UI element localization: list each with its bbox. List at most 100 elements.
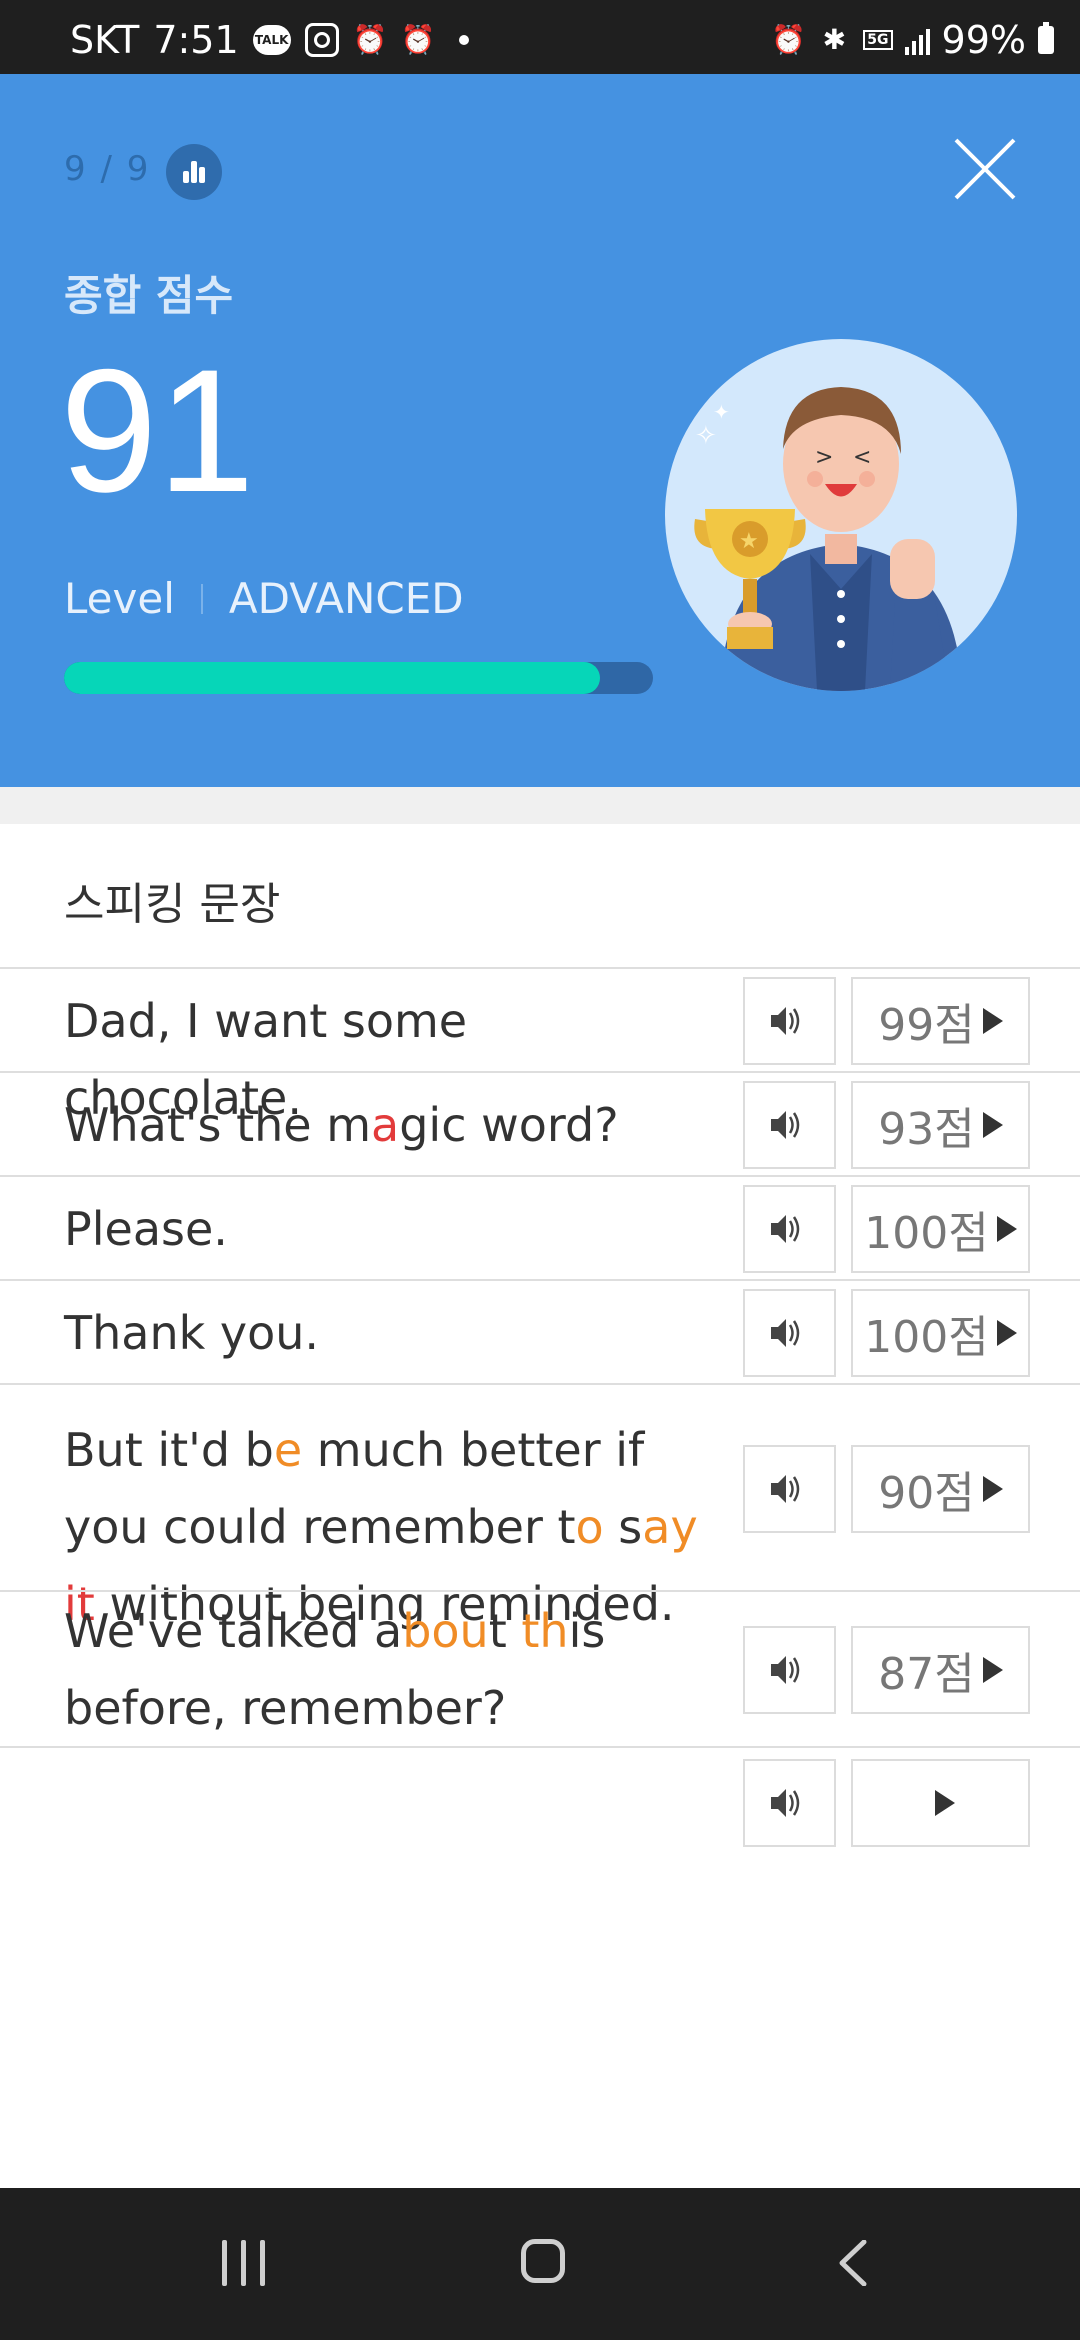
sentence-row: Thank you. 100점 bbox=[0, 1279, 1080, 1383]
sentence-row: We've talked about this before, remember… bbox=[0, 1590, 1080, 1746]
bar-chart-icon bbox=[183, 171, 189, 183]
sentence-score-button[interactable]: 93점 bbox=[851, 1081, 1030, 1169]
play-audio-button[interactable] bbox=[743, 1626, 836, 1714]
sentence-text: What's the magic word? bbox=[64, 1087, 704, 1164]
sentence-score: 99점 bbox=[878, 1000, 975, 1051]
status-bar-left: SKT 7:51 TALK ⏰ ⏰ bbox=[70, 20, 469, 60]
back-button[interactable] bbox=[838, 2239, 868, 2287]
highlighted-segment: ay bbox=[642, 1500, 698, 1554]
close-button[interactable] bbox=[948, 132, 1022, 206]
section-divider bbox=[0, 787, 1080, 824]
sentence-row: Dad, I want some chocolate. 99점 bbox=[0, 967, 1080, 1125]
trophy-avatar-illustration: > < ★ ✦ ✧ bbox=[665, 339, 1017, 691]
level-row: Level ADVANCED bbox=[64, 574, 464, 623]
svg-text:★: ★ bbox=[739, 529, 759, 554]
sentence-row: Please. 100점 bbox=[0, 1175, 1080, 1279]
sentence-score-button[interactable]: 100점 bbox=[851, 1185, 1030, 1273]
highlighted-segment: e bbox=[273, 1423, 303, 1477]
sentence-score: 90점 bbox=[878, 1468, 975, 1519]
play-triangle-icon bbox=[982, 1008, 1003, 1034]
sentence-score: 100점 bbox=[864, 1208, 989, 1259]
alarm-icon: ⏰ bbox=[771, 23, 807, 56]
sentence-score-button[interactable]: 99점 bbox=[851, 977, 1030, 1065]
text-segment: We've talked a bbox=[64, 1604, 403, 1658]
speaker-icon bbox=[771, 1111, 800, 1139]
highlighted-segment: o bbox=[575, 1500, 604, 1554]
status-bar: SKT 7:51 TALK ⏰ ⏰ ⏰ ✱ 5G 99% bbox=[0, 0, 1080, 74]
overall-score-label: 종합 점수 bbox=[64, 271, 234, 320]
sentence-row: What's the magic word? 93점 bbox=[0, 1071, 1080, 1175]
battery-icon bbox=[1038, 22, 1054, 54]
carrier-text: SKT bbox=[70, 18, 140, 62]
text-segment: t bbox=[488, 1604, 522, 1658]
speaker-icon bbox=[771, 1215, 800, 1243]
5g-icon: 5G bbox=[863, 30, 893, 50]
sentence-row bbox=[0, 1746, 1080, 1856]
svg-text:<: < bbox=[853, 445, 871, 470]
text-segment: gic word? bbox=[399, 1098, 619, 1152]
text-segment: Thank you. bbox=[64, 1306, 319, 1360]
play-audio-button[interactable] bbox=[743, 1759, 836, 1847]
level-value: ADVANCED bbox=[228, 574, 464, 623]
sentence-row: But it'd be much better if you could rem… bbox=[0, 1383, 1080, 1631]
sentence-score: 93점 bbox=[878, 1104, 975, 1155]
svg-text:✧: ✧ bbox=[695, 421, 717, 451]
play-audio-button[interactable] bbox=[743, 1289, 836, 1377]
play-triangle-icon bbox=[996, 1216, 1017, 1242]
score-progress-bar bbox=[64, 662, 653, 694]
instagram-icon bbox=[304, 23, 339, 57]
text-segment: But it'd b bbox=[64, 1423, 274, 1477]
section-title: 스피킹 문장 bbox=[64, 879, 281, 930]
text-segment: Please. bbox=[64, 1202, 228, 1256]
sentence-text: Thank you. bbox=[64, 1295, 704, 1372]
sentence-score: 87점 bbox=[878, 1649, 975, 1700]
battery-percent: 99% bbox=[941, 18, 1026, 62]
level-label: Level bbox=[64, 574, 175, 623]
svg-text:>: > bbox=[815, 445, 833, 470]
speaker-icon bbox=[771, 1319, 800, 1347]
sentence-score-button[interactable] bbox=[851, 1759, 1030, 1847]
highlighted-segment: bou bbox=[402, 1604, 489, 1658]
navigation-bar bbox=[0, 2188, 1080, 2340]
progress-count: 9 / 9 bbox=[64, 149, 151, 189]
sentence-score: 100점 bbox=[864, 1312, 989, 1363]
speaker-icon bbox=[771, 1656, 800, 1684]
recent-apps-button[interactable] bbox=[222, 2240, 266, 2286]
alarm-icon: ⏰ bbox=[352, 23, 388, 56]
dot-icon bbox=[458, 35, 469, 45]
stats-button[interactable] bbox=[166, 144, 222, 200]
chevron-left-icon bbox=[839, 2239, 867, 2287]
speaker-icon bbox=[771, 1475, 800, 1503]
play-audio-button[interactable] bbox=[743, 1445, 836, 1533]
text-segment: What's the m bbox=[64, 1098, 372, 1152]
score-header: 9 / 9 종합 점수 91 Level ADVANCED > < ★ ✦ ✧ bbox=[0, 74, 1080, 787]
speaker-icon bbox=[771, 1007, 800, 1035]
play-audio-button[interactable] bbox=[743, 977, 836, 1065]
speaker-icon bbox=[771, 1789, 800, 1817]
highlighted-segment: th bbox=[521, 1604, 569, 1658]
sentence-score-button[interactable]: 90점 bbox=[851, 1445, 1030, 1533]
overall-score: 91 bbox=[60, 334, 255, 529]
home-button[interactable] bbox=[521, 2239, 565, 2283]
level-divider bbox=[200, 583, 203, 614]
bluetooth-icon: ✱ bbox=[822, 23, 847, 56]
sentence-text: Please. bbox=[64, 1191, 704, 1268]
play-audio-button[interactable] bbox=[743, 1185, 836, 1273]
play-triangle-icon bbox=[996, 1320, 1017, 1346]
play-triangle-icon bbox=[982, 1657, 1003, 1683]
signal-icon bbox=[904, 25, 930, 55]
highlighted-segment: a bbox=[371, 1098, 400, 1152]
score-progress-fill bbox=[64, 662, 600, 694]
sentence-score-button[interactable]: 87점 bbox=[851, 1626, 1030, 1714]
sentence-text: We've talked about this before, remember… bbox=[64, 1593, 704, 1747]
play-triangle-icon bbox=[982, 1476, 1003, 1502]
play-triangle-icon bbox=[982, 1112, 1003, 1138]
sentence-score-button[interactable]: 100점 bbox=[851, 1289, 1030, 1377]
play-triangle-icon bbox=[934, 1790, 955, 1816]
play-audio-button[interactable] bbox=[743, 1081, 836, 1169]
alarm-icon: ⏰ bbox=[400, 23, 436, 56]
clock-time: 7:51 bbox=[153, 18, 239, 62]
status-bar-right: ⏰ ✱ 5G 99% bbox=[771, 20, 1054, 60]
kakaotalk-icon: TALK bbox=[252, 25, 291, 55]
sentence-list: Dad, I want some chocolate. 99점 What's the… bbox=[0, 967, 1080, 1856]
